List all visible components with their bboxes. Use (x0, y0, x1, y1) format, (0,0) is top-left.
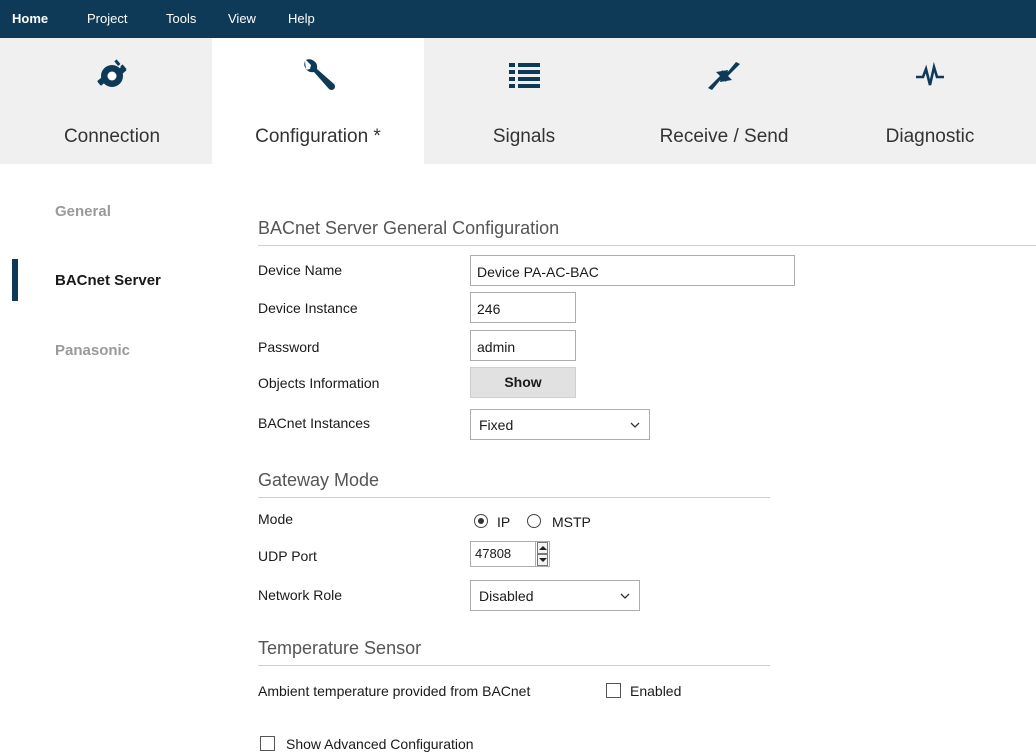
network-role-label: Network Role (258, 587, 343, 603)
menu-tools[interactable]: Tools (166, 11, 196, 26)
nav-item-panasonic[interactable]: Panasonic (55, 342, 130, 359)
menu-bar: Home Project Tools View Help (0, 0, 1036, 38)
tab-diagnostic[interactable]: Diagnostic (824, 38, 1036, 164)
connection-plug-icon (12, 56, 212, 96)
ambient-enabled-label[interactable]: Enabled (630, 683, 681, 699)
spinner-arrows (535, 542, 549, 566)
ambient-enabled-checkbox[interactable] (606, 683, 621, 698)
caret-up-icon (539, 546, 547, 550)
device-name-input[interactable] (470, 255, 795, 286)
advanced-config-checkbox[interactable] (260, 736, 275, 751)
bacnet-instances-label: BACnet Instances (258, 415, 371, 431)
udp-port-value: 47808 (475, 546, 512, 561)
ambient-temperature-label: Ambient temperature provided from BACnet (258, 683, 531, 699)
menu-help[interactable]: Help (288, 11, 315, 26)
password-label: Password (258, 339, 320, 355)
mode-ip-label[interactable]: IP (497, 514, 510, 530)
device-name-label: Device Name (258, 262, 343, 278)
ribbon: Connection Configuration * Signals Recei… (0, 38, 1036, 164)
tab-signals-label: Signals (492, 126, 556, 147)
tab-receive-send-label: Receive / Send (659, 126, 789, 147)
mode-label: Mode (258, 511, 294, 527)
tab-diagnostic-label: Diagnostic (885, 126, 975, 147)
objects-info-label: Objects Information (258, 375, 380, 391)
nav-item-bacnet-server[interactable]: BACnet Server (55, 272, 161, 289)
tab-connection[interactable]: Connection (12, 38, 212, 164)
tab-configuration-label: Configuration * (255, 126, 381, 147)
menu-view[interactable]: View (228, 11, 256, 26)
udp-port-spinner[interactable]: 47808 (470, 541, 550, 567)
nav-item-general[interactable]: General (55, 203, 111, 220)
mode-mstp-label[interactable]: MSTP (552, 514, 591, 530)
mode-ip-radio[interactable] (474, 514, 488, 528)
list-icon (424, 56, 624, 96)
menu-home[interactable]: Home (12, 11, 48, 26)
menu-project[interactable]: Project (87, 11, 127, 26)
chevron-down-icon (620, 593, 630, 599)
spinner-up-button[interactable] (537, 542, 548, 554)
section-title-general: BACnet Server General Configuration (258, 218, 1036, 246)
radio-selected-dot (478, 518, 484, 524)
mode-mstp-radio[interactable] (527, 514, 541, 528)
left-nav: General BACnet Server Panasonic (0, 164, 230, 753)
tab-signals[interactable]: Signals (424, 38, 624, 164)
wrench-icon (212, 56, 424, 96)
udp-port-label: UDP Port (258, 548, 317, 564)
show-objects-button[interactable]: Show (470, 367, 576, 398)
exchange-arrows-icon (624, 56, 824, 96)
section-title-gateway: Gateway Mode (258, 470, 770, 498)
tab-receive-send[interactable]: Receive / Send (624, 38, 824, 164)
bacnet-instances-value: Fixed (479, 417, 514, 433)
tab-configuration[interactable]: Configuration * (212, 38, 424, 164)
tab-connection-label: Connection (63, 126, 161, 147)
nav-active-indicator (12, 259, 18, 301)
network-role-value: Disabled (479, 588, 534, 604)
caret-down-icon (539, 558, 547, 562)
bacnet-instances-select[interactable]: Fixed (470, 409, 650, 440)
chevron-down-icon (630, 422, 640, 428)
network-role-select[interactable]: Disabled (470, 580, 640, 611)
pulse-icon (824, 56, 1036, 96)
spinner-down-button[interactable] (537, 554, 548, 566)
advanced-config-label[interactable]: Show Advanced Configuration (286, 736, 474, 752)
password-input[interactable] (470, 330, 576, 361)
section-title-temperature: Temperature Sensor (258, 638, 770, 666)
device-instance-input[interactable] (470, 292, 576, 323)
device-instance-label: Device Instance (258, 300, 358, 316)
